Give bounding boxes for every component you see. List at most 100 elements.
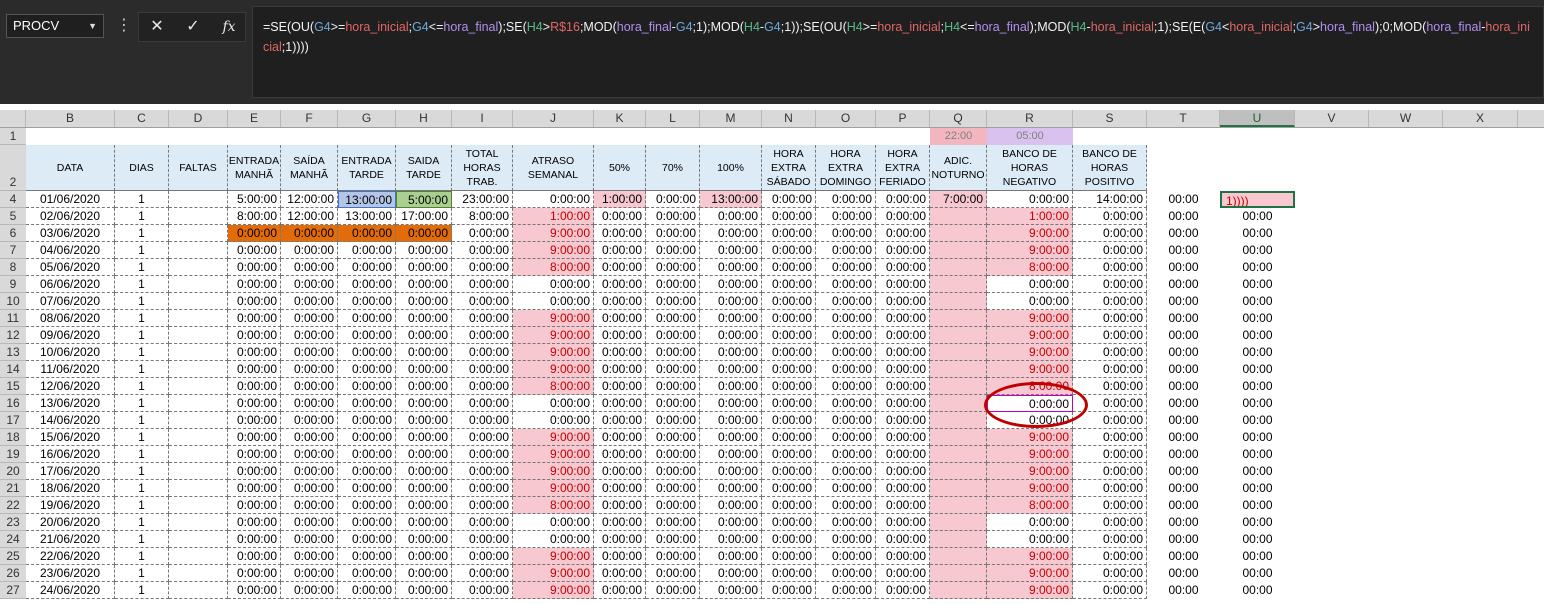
more-options-icon[interactable]: ⋮ [116,14,132,38]
cell-date[interactable]: 20/06/2020 [26,514,115,531]
cell-row5[interactable]: 0:00:00 [816,208,876,225]
cell[interactable]: 0:00:00 [396,565,452,582]
cell[interactable] [930,276,987,293]
cell[interactable]: 0:00:00 [396,361,452,378]
cell-row5[interactable]: 02/06/2020 [26,208,115,225]
cell[interactable]: 0:00:00 [646,395,700,412]
cell[interactable]: 0:00:00 [228,259,281,276]
column-header-j[interactable]: J [513,110,594,127]
column-header-s[interactable]: S [1073,110,1147,127]
cell[interactable] [169,378,228,395]
cell-row4[interactable]: 0:00:00 [816,191,876,208]
cell[interactable]: 0:00:00 [513,531,594,548]
cell[interactable]: 0:00:00 [816,582,876,599]
enter-icon[interactable]: ✓ [175,13,211,41]
cell[interactable]: 0:00:00 [228,514,281,531]
row-header-2[interactable]: 2 [0,145,26,191]
cell[interactable]: 0:00:00 [228,276,281,293]
cell-date[interactable]: 04/06/2020 [26,242,115,259]
cell[interactable]: 0:00:00 [700,276,762,293]
cell[interactable]: 0:00:00 [816,531,876,548]
cell[interactable]: 0:00:00 [452,531,513,548]
cell[interactable]: 0:00:00 [594,548,646,565]
cell[interactable]: 0:00:00 [396,276,452,293]
row-header-11[interactable]: 11 [0,310,26,327]
cell[interactable] [169,497,228,514]
cell[interactable]: 0:00:00 [700,378,762,395]
cell-row5[interactable]: 0:00:00 [700,208,762,225]
cell[interactable] [169,548,228,565]
cell[interactable]: 0:00:00 [816,514,876,531]
cell[interactable]: 0:00:00 [228,446,281,463]
row-header-17[interactable]: 17 [0,412,26,429]
cell[interactable]: 00:00 [1220,446,1295,463]
cell-row4[interactable]: 13:00:00 [338,191,396,208]
cell[interactable] [930,429,987,446]
cell[interactable]: 9:00:00 [987,446,1073,463]
row-header-24[interactable]: 24 [0,531,26,548]
cell-date[interactable]: 21/06/2020 [26,531,115,548]
cell[interactable]: 0:00:00 [228,225,281,242]
cell[interactable] [930,565,987,582]
header-hora-extra-feriado[interactable]: HORA EXTRA FERIADO [876,145,930,191]
cell[interactable]: 0:00:00 [762,565,816,582]
cell[interactable]: 00:00 [1220,412,1295,429]
cell-date[interactable]: 10/06/2020 [26,344,115,361]
cell[interactable]: 0:00:00 [762,582,816,599]
cell[interactable]: 0:00:00 [762,225,816,242]
cell[interactable]: 0:00:00 [338,531,396,548]
cell-row4[interactable]: 5:00:00 [396,191,452,208]
cell[interactable]: 00:00 [1220,259,1295,276]
cell[interactable]: 00:00 [1220,276,1295,293]
cell[interactable]: 0:00:00 [1073,514,1147,531]
row-header-8[interactable]: 8 [0,259,26,276]
cell[interactable]: 0:00:00 [646,361,700,378]
cell[interactable]: 0:00:00 [594,225,646,242]
cell[interactable] [169,429,228,446]
cell[interactable]: 0:00:00 [452,242,513,259]
cell[interactable] [930,480,987,497]
cell-row4[interactable]: 0:00:00 [876,191,930,208]
cell[interactable]: 0:00:00 [876,463,930,480]
cell[interactable]: 00:00 [1147,293,1220,310]
cell[interactable]: 0:00:00 [281,293,338,310]
cell[interactable]: 9:00:00 [987,242,1073,259]
cell[interactable]: 0:00:00 [987,276,1073,293]
cell[interactable]: 0:00:00 [816,225,876,242]
cell[interactable]: 0:00:00 [700,446,762,463]
cell[interactable]: 0:00:00 [646,548,700,565]
row-header-6[interactable]: 6 [0,225,26,242]
cell[interactable]: 0:00:00 [228,361,281,378]
row-header-16[interactable]: 16 [0,395,26,412]
cell[interactable] [930,582,987,599]
cell[interactable]: 0:00:00 [396,531,452,548]
cell[interactable]: 0:00:00 [396,463,452,480]
cell[interactable]: 00:00 [1220,225,1295,242]
cell[interactable]: 0:00:00 [452,310,513,327]
cell-date[interactable]: 14/06/2020 [26,412,115,429]
cell[interactable]: 0:00:00 [281,412,338,429]
cell[interactable]: 00:00 [1220,293,1295,310]
cell[interactable]: 0:00:00 [594,446,646,463]
cell[interactable]: 0:00:00 [594,293,646,310]
cell[interactable]: 00:00 [1147,463,1220,480]
cell[interactable]: 0:00:00 [228,531,281,548]
cell[interactable]: 0:00:00 [338,395,396,412]
cell[interactable]: 1 [115,327,169,344]
cell[interactable]: 1 [115,242,169,259]
cell[interactable]: 1 [115,412,169,429]
cell-row5[interactable]: 0:00:00 [1073,208,1147,225]
cell[interactable]: 0:00:00 [452,344,513,361]
cell[interactable]: 0:00:00 [338,361,396,378]
cell[interactable]: 9:00:00 [987,344,1073,361]
cell[interactable] [930,259,987,276]
cell[interactable] [930,446,987,463]
cell[interactable]: 00:00 [1220,242,1295,259]
cell[interactable]: 0:00:00 [762,378,816,395]
cell[interactable]: 0:00:00 [987,531,1073,548]
cell[interactable] [169,463,228,480]
cell[interactable]: 0:00:00 [513,276,594,293]
cell[interactable]: 0:00:00 [762,395,816,412]
cell-row4[interactable]: 5:00:00 [228,191,281,208]
cell[interactable]: 0:00:00 [396,395,452,412]
